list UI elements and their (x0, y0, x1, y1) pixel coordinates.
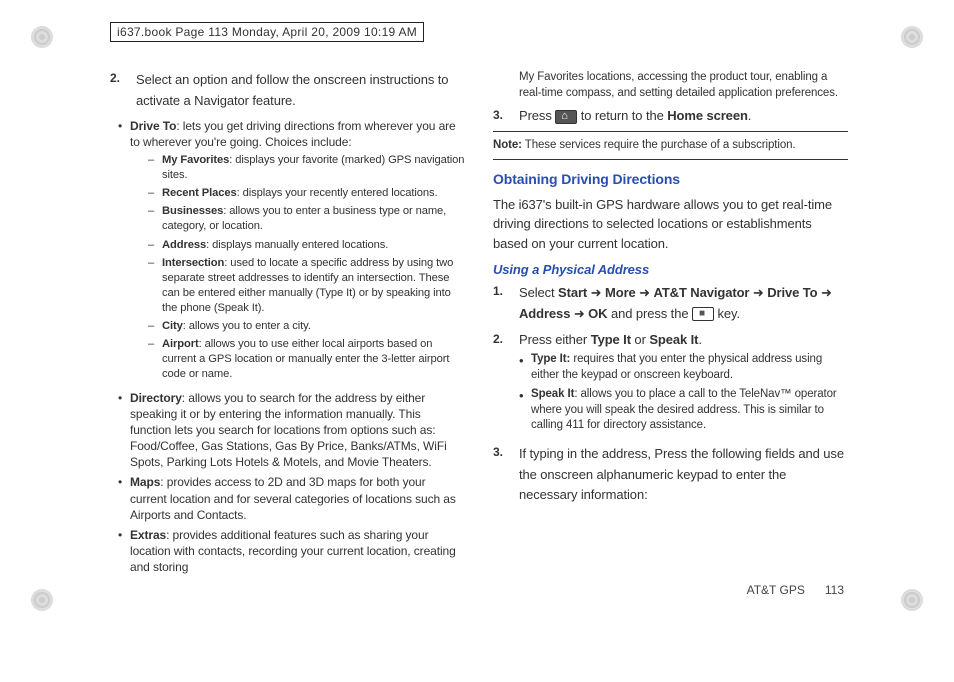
sub-text: : displays your recently entered locatio… (237, 187, 438, 199)
bullet-label: Speak It (531, 388, 574, 400)
bullet-icon: • (118, 390, 130, 471)
step-text: If typing in the address, Press the foll… (519, 444, 848, 506)
crop-mark-icon (900, 588, 924, 612)
home-screen-label: Home screen (667, 108, 748, 123)
extras-continuation: My Favorites locations, accessing the pr… (519, 70, 848, 101)
page-number: 113 (825, 583, 844, 597)
sub-address: –Address: displays manually entered loca… (148, 238, 465, 253)
text: key. (718, 306, 740, 321)
text: . (698, 332, 702, 347)
crop-mark-icon (900, 25, 924, 49)
step-number: 3. (493, 444, 519, 506)
bullet-speak-it: • Speak It: allows you to place a call t… (519, 387, 848, 434)
sub-label: Businesses (162, 205, 223, 217)
bullet-text: : lets you get driving directions from w… (130, 119, 456, 149)
crop-mark-icon (30, 25, 54, 49)
note-text: These services require the purchase of a… (522, 139, 796, 151)
nav-more: More (605, 285, 654, 300)
sub-text: : allows you to use either local airport… (162, 338, 449, 380)
bullet-text: : provides additional features such as s… (130, 528, 456, 574)
bullet-type-it: • Type It: requires that you enter the p… (519, 352, 848, 383)
center-key-icon (692, 307, 714, 321)
bullet-drive-to: • Drive To: lets you get driving directi… (118, 118, 465, 386)
step-number: 2. (110, 70, 136, 112)
bullet-maps: • Maps: provides access to 2D and 3D map… (118, 474, 465, 523)
text: and press the (611, 306, 692, 321)
sub-label: My Favorites (162, 154, 229, 166)
step-body: Press to return to the Home screen. (519, 107, 848, 125)
bullet-icon: • (519, 387, 531, 434)
heading-obtaining-directions: Obtaining Driving Directions (493, 170, 848, 189)
nav-address: Address (519, 306, 588, 321)
sub-intersection: –Intersection: used to locate a specific… (148, 256, 465, 316)
bullet-label: Maps (130, 475, 160, 489)
sub-label: Recent Places (162, 187, 237, 199)
subscription-note: Note: These services require the purchas… (493, 138, 848, 154)
sub-label: Airport (162, 338, 199, 350)
text: or (631, 332, 649, 347)
step-body: Press either Type It or Speak It. • Type… (519, 331, 848, 438)
bullet-directory: • Directory: allows you to search for th… (118, 390, 465, 471)
bullet-label: Drive To (130, 119, 176, 133)
bullet-icon: • (118, 118, 130, 386)
bullet-text: requires that you enter the physical add… (531, 353, 822, 381)
step-text: Select an option and follow the onscreen… (136, 70, 465, 112)
text: . (748, 108, 752, 123)
sub-label: City (162, 320, 183, 332)
framemaker-header: i637.book Page 113 Monday, April 20, 200… (110, 22, 424, 42)
crop-mark-icon (30, 588, 54, 612)
step-1-select: 1. Select Start More AT&T Navigator Driv… (493, 283, 848, 325)
bullet-extras: • Extras: provides additional features s… (118, 527, 465, 576)
sub-text: : allows you to enter a city. (183, 320, 311, 332)
section-name: AT&T GPS (747, 583, 805, 597)
page-content: 2. Select an option and follow the onscr… (110, 70, 848, 600)
step-3: 3. Press to return to the Home screen. (493, 107, 848, 125)
sub-label: Intersection (162, 257, 224, 269)
divider (493, 159, 848, 160)
page-footer: AT&T GPS 113 (747, 583, 844, 597)
text: Press either (519, 332, 591, 347)
nav-ok: OK (588, 306, 607, 321)
bullet-text: : allows you to place a call to the Tele… (531, 388, 837, 431)
step-number: 3. (493, 107, 519, 125)
bullet-icon: • (118, 474, 130, 523)
text: to return to the (581, 108, 667, 123)
sub-recent-places: –Recent Places: displays your recently e… (148, 186, 465, 201)
bullet-icon: • (519, 352, 531, 383)
bullet-text: : provides access to 2D and 3D maps for … (130, 475, 456, 521)
step-2: 2. Select an option and follow the onscr… (110, 70, 465, 112)
step-3-typing: 3. If typing in the address, Press the f… (493, 444, 848, 506)
step-number: 2. (493, 331, 519, 438)
step-2-press: 2. Press either Type It or Speak It. • T… (493, 331, 848, 438)
sub-businesses: –Businesses: allows you to enter a busin… (148, 204, 465, 234)
bullet-label: Directory (130, 391, 182, 405)
speak-it-label: Speak It (649, 332, 698, 347)
nav-start: Start (558, 285, 605, 300)
nav-drive-to: Drive To (767, 285, 832, 300)
nav-att-navigator: AT&T Navigator (654, 285, 768, 300)
heading-physical-address: Using a Physical Address (493, 261, 848, 279)
sub-city: –City: allows you to enter a city. (148, 319, 465, 334)
left-column: 2. Select an option and follow the onscr… (110, 70, 465, 600)
sub-label: Address (162, 239, 206, 251)
home-key-icon (555, 110, 577, 124)
type-it-label: Type It (591, 332, 631, 347)
bullet-icon: • (118, 527, 130, 576)
sub-text: : displays manually entered locations. (206, 239, 388, 251)
note-label: Note: (493, 139, 522, 151)
bullet-label: Extras (130, 528, 166, 542)
text: Press (519, 108, 555, 123)
bullet-label: Type It: (531, 353, 570, 365)
text: Select (519, 285, 558, 300)
step-number: 1. (493, 283, 519, 325)
sub-airport: –Airport: allows you to use either local… (148, 337, 465, 382)
step-body: Select Start More AT&T Navigator Drive T… (519, 283, 848, 325)
right-column: My Favorites locations, accessing the pr… (493, 70, 848, 600)
divider (493, 131, 848, 132)
intro-text: The i637's built-in GPS hardware allows … (493, 195, 848, 254)
sub-my-favorites: –My Favorites: displays your favorite (m… (148, 153, 465, 183)
